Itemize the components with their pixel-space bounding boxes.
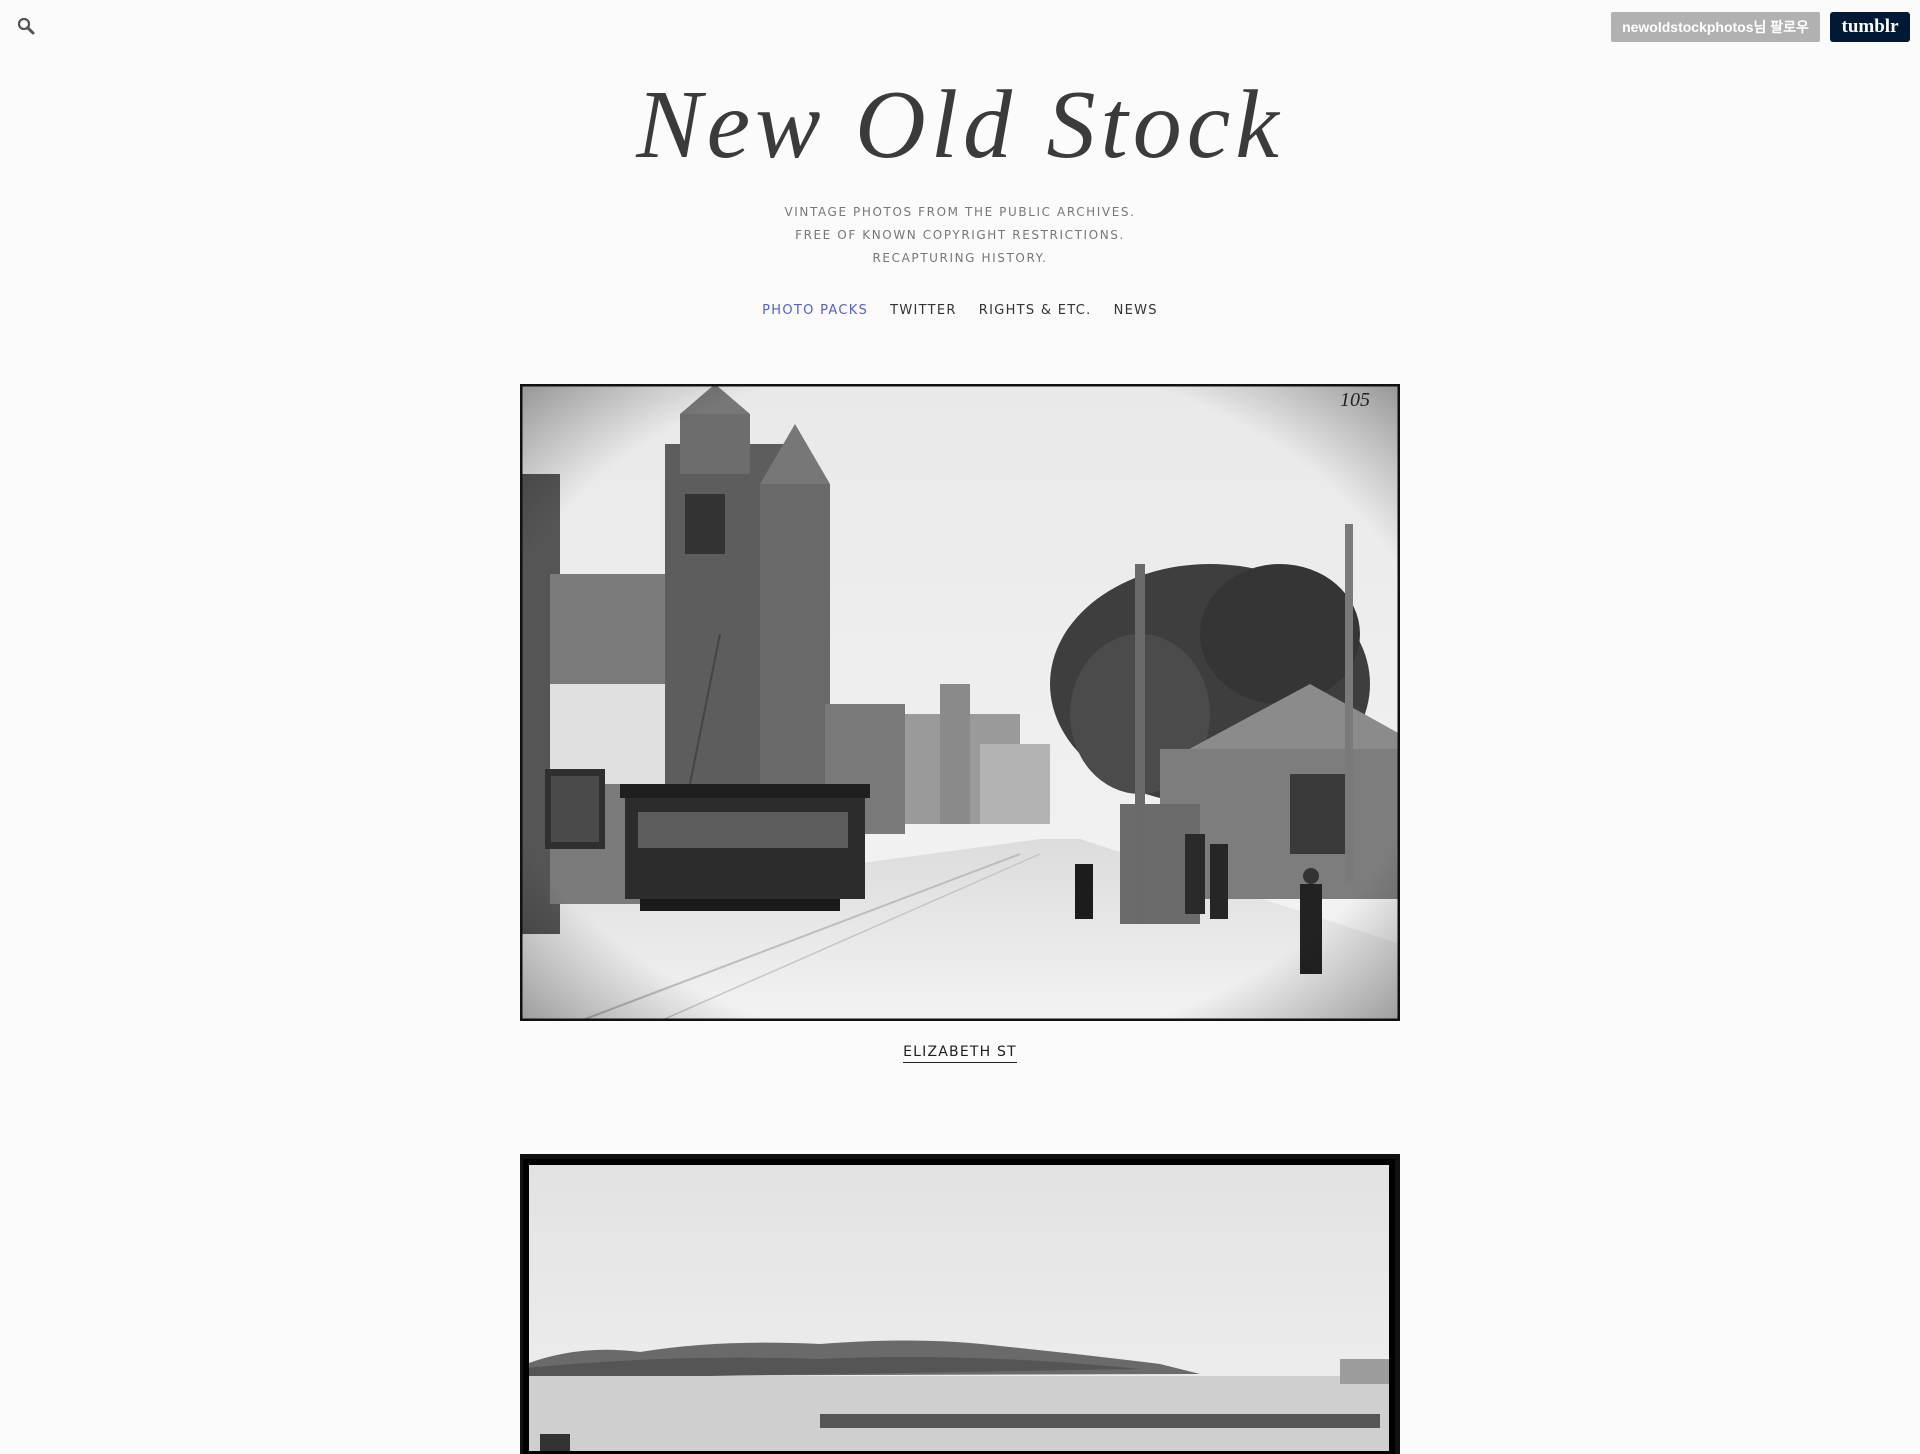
nav-news[interactable]: NEWS [1114, 303, 1158, 318]
nav-rights-etc[interactable]: RIGHTS & ETC. [979, 303, 1092, 318]
main-nav: PHOTO PACKS TWITTER RIGHTS & ETC. NEWS [0, 303, 1920, 318]
street-photo-image: 105 [520, 384, 1400, 1021]
tagline-line: RECAPTURING HISTORY. [872, 251, 1048, 265]
landscape-photo-image [520, 1154, 1400, 1454]
tumblr-logo-button[interactable]: tumblr [1830, 12, 1910, 42]
post-caption: ELIZABETH ST [0, 1043, 1920, 1063]
search-icon [17, 17, 35, 35]
blog-description: VINTAGE PHOTOS FROM THE PUBLIC ARCHIVES.… [0, 201, 1920, 270]
post-photo-elizabeth-st[interactable]: 105 [520, 384, 1400, 1021]
follow-button[interactable]: newoldstockphotos님 팔로우 [1611, 12, 1820, 42]
plate-number: 105 [1340, 389, 1370, 411]
search-button[interactable] [14, 14, 38, 38]
post-photo-landscape[interactable] [520, 1154, 1400, 1454]
nav-photo-packs[interactable]: PHOTO PACKS [762, 303, 868, 318]
blog-title[interactable]: New Old Stock [0, 60, 1920, 190]
tagline-line: VINTAGE PHOTOS FROM THE PUBLIC ARCHIVES. [784, 205, 1136, 219]
caption-link[interactable]: ELIZABETH ST [903, 1044, 1017, 1063]
tagline-line: FREE OF KNOWN COPYRIGHT RESTRICTIONS. [795, 228, 1125, 242]
nav-twitter[interactable]: TWITTER [890, 303, 957, 318]
